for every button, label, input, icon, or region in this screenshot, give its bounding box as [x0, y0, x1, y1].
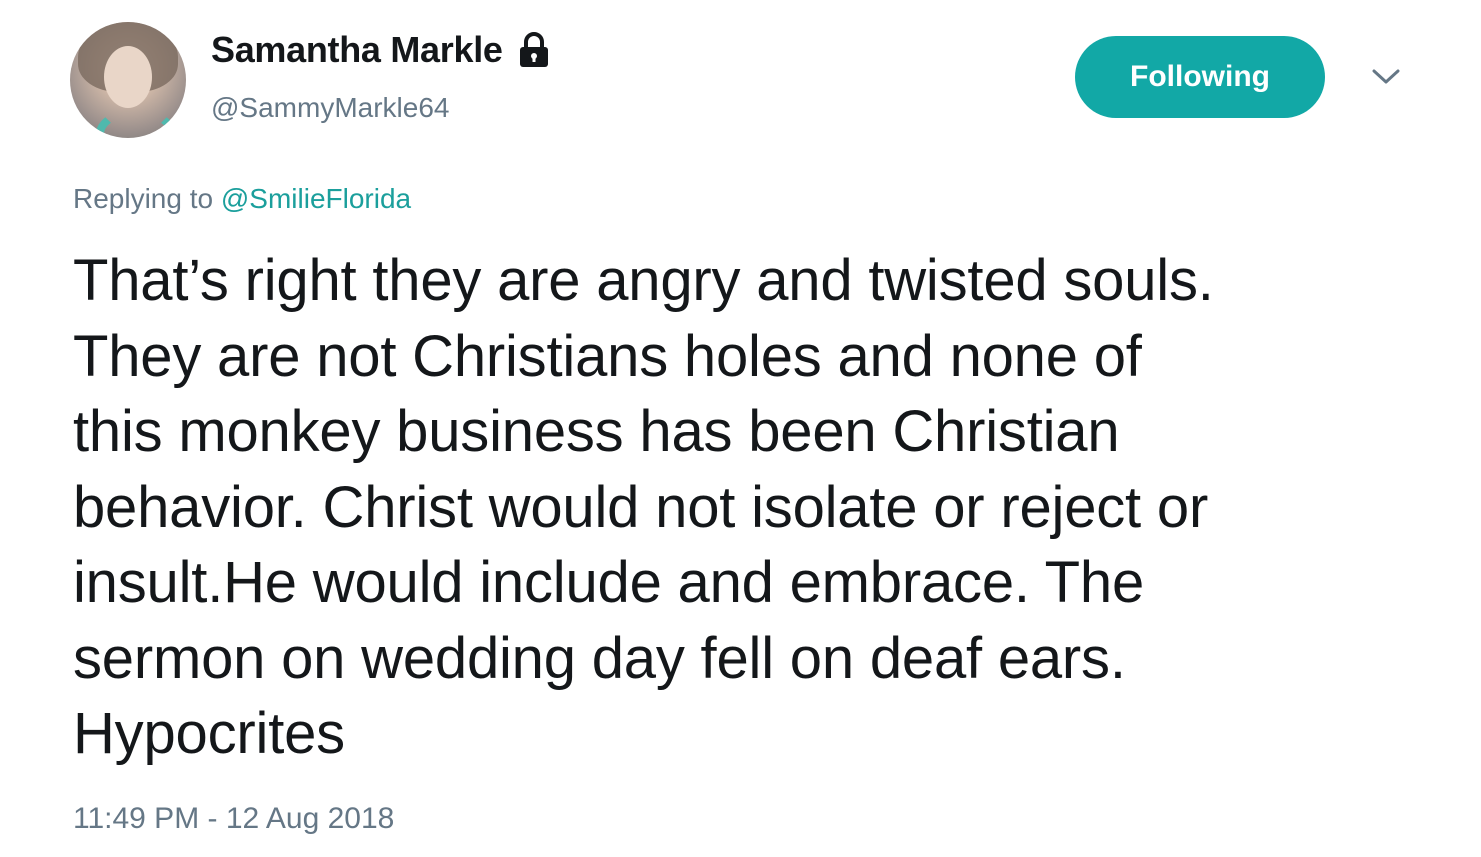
tweet-text-line: insult.He would include and embrace. The [73, 550, 1145, 615]
reply-context: Replying to @SmilieFlorida [73, 183, 411, 215]
lock-icon [517, 32, 551, 68]
tweet-text-line: sermon on wedding day fell on deaf ears. [73, 625, 1126, 691]
reply-mention-link[interactable]: @SmilieFlorida [221, 183, 411, 214]
avatar[interactable] [70, 22, 186, 138]
tweet-timestamp[interactable]: 11:49 PM - 12 Aug 2018 [73, 802, 394, 836]
tweet-card: Samantha Markle @SammyMarkle64 Following… [0, 0, 1481, 857]
following-button[interactable]: Following [1075, 36, 1325, 118]
tweet-text-line: They are not Christians holes and none o… [73, 323, 1142, 389]
author-display-name[interactable]: Samantha Markle [211, 29, 503, 71]
chevron-down-icon [1372, 69, 1400, 84]
tweet-text-line: Hypocrites [73, 701, 345, 766]
tweet-options-button[interactable] [1364, 56, 1408, 96]
tweet-text: That’s right they are angry and twisted … [73, 243, 1413, 772]
tweet-text-line: behavior. Christ would not isolate or re… [73, 474, 1209, 540]
author-handle[interactable]: @SammyMarkle64 [211, 92, 449, 124]
reply-prefix: Replying to [73, 183, 221, 214]
tweet-text-line: this monkey business has been Christian [73, 399, 1120, 464]
author-name-row: Samantha Markle [211, 28, 551, 72]
avatar-necklace [96, 108, 176, 138]
tweet-text-line: That’s right they are angry and twisted … [73, 248, 1214, 313]
avatar-face [104, 46, 152, 108]
